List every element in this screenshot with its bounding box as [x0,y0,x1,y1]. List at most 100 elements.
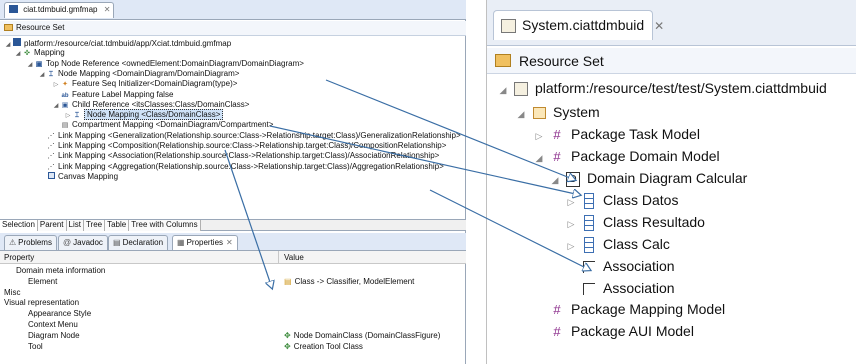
expanded-arrow-icon[interactable]: ◢ [14,49,22,59]
expanded-arrow-icon[interactable]: ◢ [549,169,561,191]
editor-tab-gmfmap[interactable]: ciat.tdmbuid.gmfmap ✕ [4,2,114,18]
expanded-arrow-icon[interactable]: ◢ [4,40,12,50]
tree-item-label: Class Datos [603,192,679,208]
viewer-tab-tree[interactable]: Tree [83,220,106,231]
close-icon[interactable]: ✕ [104,5,111,14]
property-row[interactable]: Visual representation [0,298,466,307]
package-icon: # [553,149,561,164]
tree-item-compartment[interactable]: ▤ Compartment Mapping <DomainDiagram/Comp… [52,120,274,130]
tree-item-r-assoc-1[interactable]: Association [565,255,675,277]
tree-item-label: Feature Label Mapping false [72,89,174,99]
viewer-tab-list[interactable]: List [66,220,84,231]
tree-item-r-system[interactable]: ◢ System [515,101,600,123]
property-value[interactable]: ✥ Creation Tool Class [284,342,363,351]
tree-item-label: Class Calc [603,236,670,252]
resource-set-label-right: Resource Set [519,53,604,69]
expanded-arrow-icon[interactable]: ◢ [52,101,60,111]
tree-item-label: Package AUI Model [571,323,694,339]
property-row[interactable]: Tool ✥ Creation Tool Class [0,342,466,351]
close-icon[interactable]: ✕ [226,238,233,247]
tree-item-top-node[interactable]: ◢ ▣ Top Node Reference <ownedElement:Domai… [26,59,304,69]
view-tab-declaration[interactable]: ▤ Declaration [108,235,169,250]
expanded-arrow-icon[interactable]: ◢ [533,147,545,169]
tree-item-r-root[interactable]: ◢ platform:/resource/test/test/System.cia… [497,77,827,99]
close-icon[interactable]: ✕ [654,19,664,33]
expanded-arrow-icon[interactable]: ◢ [515,103,527,125]
view-tab-label: Javadoc [73,238,103,247]
viewer-tab-selection[interactable]: Selection [0,220,38,231]
tree-item-r-mapping[interactable]: # Package Mapping Model [533,298,725,320]
tree-item-link-2[interactable]: ⋰ Link Mapping <Composition(Relationship.… [38,141,447,151]
diagram-letter: D [566,171,580,187]
tree-item-node-map-2[interactable]: ▷ ⌶ Node Mapping <Class/DomainClass> [64,109,224,121]
package-icon: # [553,302,561,317]
collapsed-arrow-icon[interactable]: ▷ [565,235,577,257]
tree-item-label: Link Mapping <Generalization(Relationshi… [58,130,461,140]
tree-item-root[interactable]: ◢ platform:/resource/ciat.tdmbuid/app/Xci… [4,38,231,48]
column-divider[interactable] [278,251,279,264]
tree-item-label: Link Mapping <Association(Relationship.s… [58,151,440,161]
tree-item-link-3[interactable]: ⋰ Link Mapping <Association(Relationship.… [38,151,440,161]
property-row[interactable]: Appearance Style [0,309,466,318]
property-row[interactable]: Element ▤ Class -> Classifier, ModelElemen… [0,277,466,286]
collapsed-arrow-icon[interactable]: ▷ [565,191,577,213]
property-column-header[interactable]: Property [4,253,34,262]
tree-item-r-datos[interactable]: ▷ Class Datos [565,189,678,211]
tree-item-label: Package Mapping Model [571,301,726,317]
tree-item-r-aui[interactable]: # Package AUI Model [533,320,694,342]
property-name: Visual representation [4,298,80,308]
property-value[interactable]: ▤ Class -> Classifier, ModelElement [284,277,414,286]
tree-item-r-calc[interactable]: ▷ Class Calc [565,233,670,255]
property-row[interactable]: Diagram Node ✥ Node DomainClass (DomainCla… [0,331,466,340]
tree-item-feat-seq[interactable]: ▷ ✦ Feature Seq Initializer<DomainDiagram(… [52,79,238,89]
tree-item-node-map-1[interactable]: ◢ ⌶ Node Mapping <DomainDiagram/DomainDiag… [38,68,240,80]
property-row[interactable]: Context Menu [0,320,466,329]
editor-tab-bar: ciat.tdmbuid.gmfmap ✕ [0,0,466,20]
tool-icon: ✥ [284,341,291,351]
tree-item-label: Association [603,258,675,274]
collapsed-arrow-icon[interactable]: ▷ [533,125,545,147]
tree-item-link-1[interactable]: ⋰ Link Mapping <Generalization(Relationsh… [38,131,461,141]
resource-set-row[interactable]: Resource Set [0,21,466,36]
property-name: Context Menu [28,320,78,329]
tree-item-feat-label[interactable]: ab Feature Label Mapping false [52,90,173,100]
model-file-icon [501,19,516,33]
value-column-header[interactable]: Value [284,253,304,262]
tree-item-label: Node Mapping <Class/DomainClass> [84,109,224,121]
collapsed-arrow-icon[interactable]: ▷ [565,213,577,235]
property-name: Diagram Node [28,330,80,340]
viewer-tab-table[interactable]: Table [105,220,130,231]
editor-tab-label-right: System.ciattdmbuid [522,17,645,33]
tree-item-link-4[interactable]: ⋰ Link Mapping <Aggregation(Relationship.… [38,162,444,172]
tree-item-r-domain[interactable]: ◢ # Package Domain Model [533,145,720,167]
resource-set-row-right[interactable]: Resource Set [487,48,856,74]
tree-item-label: Package Task Model [571,126,700,142]
resource-set-label: Resource Set [16,23,65,32]
tree-item-r-resultado[interactable]: ▷ Class Resultado [565,211,705,233]
view-tab-problems[interactable]: ⚠ Problems [4,235,57,250]
viewer-tab-parent[interactable]: Parent [37,220,67,231]
tree-item-label: Link Mapping <Composition(Relationship.s… [58,141,447,150]
tree-item-canvas[interactable]: Canvas Mapping [38,171,118,182]
class-icon [581,211,597,233]
tree-item-mapping[interactable]: ◢ ✜ Mapping [14,48,65,58]
expanded-arrow-icon[interactable]: ◢ [497,79,509,101]
viewer-tab-tree-with-columns[interactable]: Tree with Columns [129,220,201,231]
property-row[interactable]: Misc [0,288,466,297]
editor-tab-system[interactable]: System.ciattdmbuid ✕ [493,10,664,40]
class-icon [581,233,597,255]
tree-item-label: Package Domain Model [571,148,720,164]
property-value[interactable]: ✥ Node DomainClass (DomainClassFigure) [284,331,440,340]
view-tab-properties[interactable]: ▦ Properties ✕ [172,235,238,250]
expanded-arrow-icon[interactable]: ◢ [38,70,46,80]
expanded-arrow-icon[interactable]: ◢ [26,60,34,70]
view-tab-javadoc[interactable]: @ Javadoc [58,235,108,250]
tree-item-label: Domain Diagram Calcular [587,170,748,186]
property-row[interactable]: Domain meta information [0,266,466,275]
tree-item-r-diagram[interactable]: ◢ D Domain Diagram Calcular [549,167,747,189]
viewer-mode-tabs: Selection Parent List Tree Table Tree with Co… [0,219,466,231]
property-value-text: Class -> Classifier, ModelElement [294,276,415,286]
tree-item-r-assoc-2[interactable]: Association [565,277,675,299]
tree-item-r-task[interactable]: ▷ # Package Task Model [533,123,700,145]
tree-item-label: Node Mapping <DomainDiagram/DomainDiagra… [58,68,240,78]
